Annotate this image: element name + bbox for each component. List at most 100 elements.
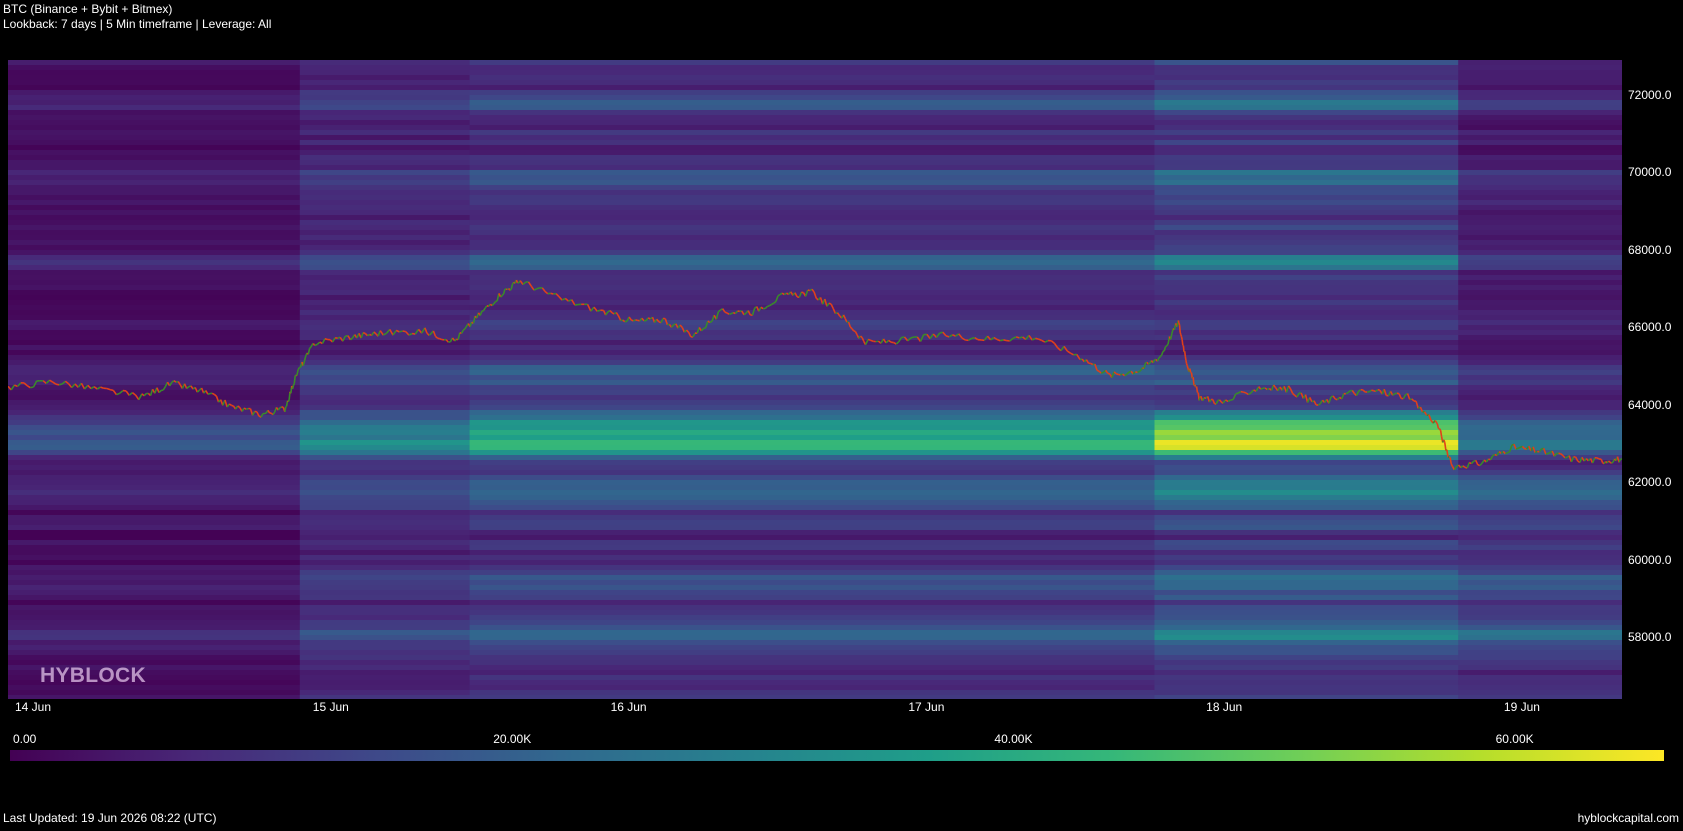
y-tick-label: 66000.0 bbox=[1628, 320, 1672, 335]
price-candle bbox=[284, 406, 287, 413]
heatmap-cell bbox=[469, 585, 1156, 591]
heatmap-cell bbox=[299, 575, 470, 581]
heatmap-cell bbox=[299, 275, 470, 281]
heatmap-cell bbox=[299, 300, 470, 306]
heatmap-cell bbox=[1154, 240, 1459, 246]
heatmap-cell bbox=[469, 265, 1156, 271]
heatmap-cell bbox=[299, 310, 470, 316]
price-candle bbox=[1449, 457, 1452, 464]
heatmap-cell bbox=[299, 400, 470, 406]
heatmap-cell bbox=[1458, 240, 1622, 246]
heatmap-cell bbox=[299, 220, 470, 226]
heatmap-cell bbox=[1458, 655, 1622, 661]
site-link[interactable]: hyblockcapital.com bbox=[1578, 811, 1679, 825]
heatmap-cell bbox=[1154, 490, 1459, 496]
heatmap-cell bbox=[1154, 245, 1459, 251]
heatmap-cell bbox=[1458, 385, 1622, 391]
heatmap-cell bbox=[299, 85, 470, 91]
price-candle bbox=[1179, 332, 1182, 336]
heatmap-cell bbox=[1154, 130, 1459, 136]
liquidation-heatmap[interactable] bbox=[8, 60, 1622, 699]
heatmap-cell bbox=[1458, 440, 1622, 446]
heatmap-cell bbox=[1154, 295, 1459, 301]
heatmap-cell bbox=[8, 480, 301, 486]
x-tick-label: 15 Jun bbox=[312, 700, 349, 714]
heatmap-cell bbox=[299, 360, 470, 366]
price-candle bbox=[1090, 362, 1094, 366]
heatmap-cell bbox=[1458, 280, 1622, 286]
heatmap-cell bbox=[8, 270, 301, 276]
price-candle bbox=[207, 392, 211, 395]
heatmap-cell bbox=[1154, 565, 1459, 571]
heatmap-cell bbox=[469, 110, 1156, 116]
heatmap-cell bbox=[1154, 695, 1459, 699]
heatmap-cell bbox=[299, 440, 470, 446]
heatmap-cell bbox=[299, 260, 470, 266]
heatmap-cell bbox=[1154, 230, 1459, 236]
heatmap-cell bbox=[8, 215, 301, 221]
heatmap-cell bbox=[1154, 255, 1459, 261]
heatmap-cell bbox=[1154, 580, 1459, 586]
heatmap-cell bbox=[299, 150, 470, 156]
heatmap-cell bbox=[1154, 600, 1459, 606]
price-candle bbox=[1096, 369, 1100, 373]
heatmap-cell bbox=[299, 160, 470, 166]
heatmap-cell bbox=[8, 590, 301, 596]
heatmap-cell bbox=[1154, 430, 1459, 436]
price-candle bbox=[1162, 350, 1165, 353]
heatmap-cell bbox=[1154, 480, 1459, 486]
heatmap-cell bbox=[8, 455, 301, 461]
heatmap-cell bbox=[1154, 440, 1459, 446]
heatmap-cell bbox=[299, 455, 470, 461]
heatmap-cell bbox=[1154, 530, 1459, 536]
heatmap-cell bbox=[1154, 485, 1459, 491]
heatmap-cell bbox=[1154, 110, 1459, 116]
heatmap-cell bbox=[8, 465, 301, 471]
heatmap-cell bbox=[299, 255, 470, 261]
heatmap-cell bbox=[8, 225, 301, 231]
heatmap-cell bbox=[299, 485, 470, 491]
heatmap-cell bbox=[1154, 575, 1459, 581]
heatmap-cell bbox=[469, 170, 1156, 176]
heatmap-cell bbox=[299, 290, 470, 296]
price-candle bbox=[100, 386, 104, 389]
heatmap-cell bbox=[1458, 565, 1622, 571]
price-candle bbox=[402, 330, 406, 333]
heatmap-cell bbox=[469, 155, 1156, 161]
heatmap-cell bbox=[1154, 320, 1459, 326]
heatmap-cell bbox=[469, 320, 1156, 326]
heatmap-cell bbox=[8, 435, 301, 441]
heatmap-cell bbox=[469, 695, 1156, 699]
y-tick-label: 68000.0 bbox=[1628, 242, 1672, 257]
heatmap-cell bbox=[469, 625, 1156, 631]
heatmap-cell bbox=[8, 440, 301, 446]
heatmap-cell bbox=[8, 210, 301, 216]
heatmap-cell bbox=[1154, 610, 1459, 616]
heatmap-cell bbox=[1154, 340, 1459, 346]
heatmap-cell bbox=[469, 180, 1156, 186]
heatmap-cell bbox=[1458, 400, 1622, 406]
heatmap-cell bbox=[8, 335, 301, 341]
heatmap-cell bbox=[469, 510, 1156, 516]
price-candle bbox=[279, 406, 282, 409]
heatmap-cell bbox=[469, 455, 1156, 461]
price-candle bbox=[1107, 372, 1111, 375]
heatmap-cell bbox=[8, 550, 301, 556]
heatmap-cell bbox=[299, 560, 470, 566]
heatmap-cell bbox=[8, 240, 301, 246]
heatmap-cell bbox=[8, 150, 301, 156]
heatmap-cell bbox=[469, 140, 1156, 146]
heatmap-cell bbox=[1154, 160, 1459, 166]
heatmap-cell bbox=[8, 645, 301, 651]
heatmap-cell bbox=[1154, 260, 1459, 266]
heatmap-cell bbox=[8, 345, 301, 351]
price-candle bbox=[709, 320, 713, 324]
heatmap-cell bbox=[8, 220, 301, 226]
heatmap-cell bbox=[1458, 670, 1622, 676]
heatmap-cell bbox=[469, 205, 1156, 211]
price-candle bbox=[1035, 337, 1039, 340]
heatmap-cell bbox=[1458, 155, 1622, 161]
heatmap-cell bbox=[469, 425, 1156, 431]
heatmap-cell bbox=[469, 680, 1156, 686]
heatmap-cell bbox=[1458, 595, 1622, 601]
